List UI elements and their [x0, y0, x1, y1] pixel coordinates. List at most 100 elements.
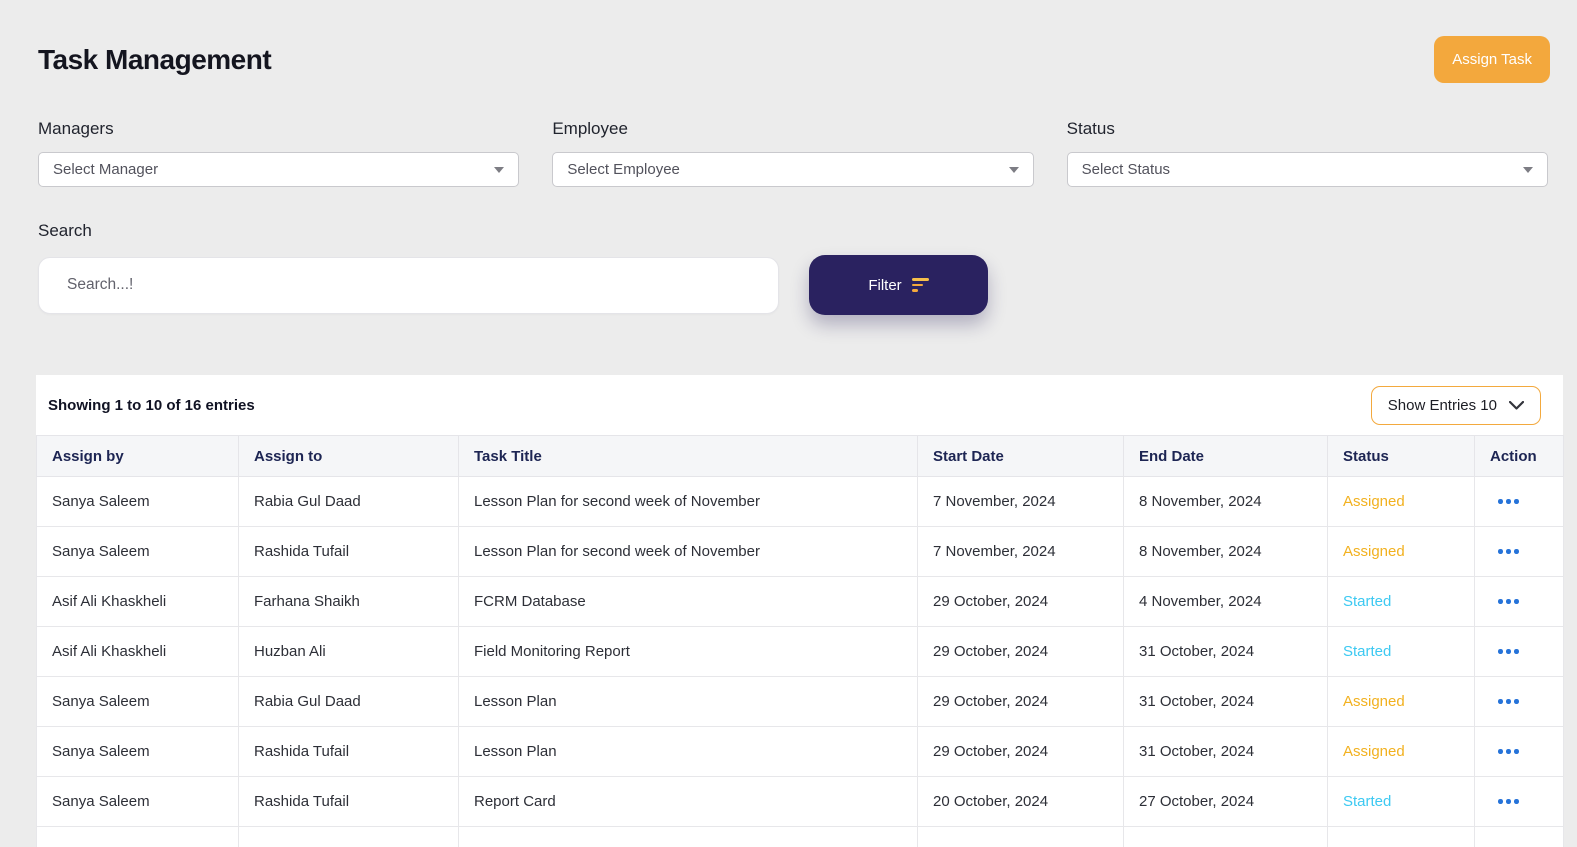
ellipsis-actions-icon[interactable]	[1490, 699, 1522, 704]
column-header-start-date: Start Date	[917, 435, 1124, 477]
cell-start-date: 7 November, 2024	[917, 526, 1124, 577]
table-row: Sanya Saleem Rashida Tufail Report Card 20 …	[36, 776, 1564, 827]
top-bar: Task Management Assign Task	[0, 0, 1577, 83]
status-badge: Assigned	[1327, 476, 1475, 527]
table-row: Asif Ali Khaskheli Huzban Ali Field Monito…	[36, 626, 1564, 677]
assign-task-button[interactable]: Assign Task	[1434, 36, 1550, 83]
cell-task-title: Report Card	[458, 776, 918, 827]
panel-header: Showing 1 to 10 of 16 entries Show Entri…	[36, 375, 1563, 435]
cell-assign-to: Rashida Tufail	[238, 726, 459, 777]
cell-task-title: Lesson Plan	[458, 726, 918, 777]
status-badge: Started	[1327, 576, 1475, 627]
filters-row: Managers Select Manager Employee Select …	[38, 119, 1548, 187]
table-row: Sanya Saleem Rashida Tufail Lesson Plan fo…	[36, 526, 1564, 577]
cell-start-date: 29 October, 2024	[917, 726, 1124, 777]
cell-task-title: Field Monitoring Report	[458, 626, 918, 677]
cell-end-date: 31 October, 2024	[1123, 676, 1328, 727]
employee-select-value: Select Employee	[567, 161, 680, 178]
cell-assign-by: Asif Ali Khaskheli	[36, 576, 239, 627]
ellipsis-actions-icon[interactable]	[1490, 799, 1522, 804]
cell-action	[1474, 726, 1564, 777]
cell-assign-to: Rashida Tufail	[238, 776, 459, 827]
status-badge: Assigned	[1327, 526, 1475, 577]
cell-action	[1474, 676, 1564, 727]
status-badge: Started	[1327, 626, 1475, 677]
cell-assign-to: Farhana Shaikh	[238, 576, 459, 627]
chevron-down-icon	[494, 166, 505, 173]
cell-start-date: 29 October, 2024	[917, 676, 1124, 727]
ellipsis-actions-icon[interactable]	[1490, 499, 1522, 504]
status-select[interactable]: Select Status	[1066, 152, 1548, 187]
ellipsis-actions-icon[interactable]	[1490, 549, 1522, 554]
cell-start-date: 29 October, 2024	[917, 576, 1124, 627]
column-header-assign-to: Assign to	[238, 435, 459, 477]
show-entries-label: Show Entries 10	[1387, 396, 1497, 414]
column-header-action: Action	[1474, 435, 1564, 477]
cell-assign-to: Rashida Tufail	[238, 526, 459, 577]
cell-assign-by: Sanya Saleem	[36, 776, 239, 827]
cell-assign-to: Rabia Gul Daad	[238, 476, 459, 527]
cell-end-date: 8 November, 2024	[1123, 526, 1328, 577]
cell-start-date: 20 October, 2024	[917, 776, 1124, 827]
table-row: Sanya Saleem Rashida Tufail Lesson Plan 29 …	[36, 726, 1564, 777]
cell-assign-by: Sanya Saleem	[36, 526, 239, 577]
tasks-panel: Showing 1 to 10 of 16 entries Show Entri…	[36, 375, 1564, 847]
show-entries-dropdown[interactable]: Show Entries 10	[1370, 385, 1541, 425]
cell-start-date: 7 November, 2024	[917, 476, 1124, 527]
ellipsis-actions-icon[interactable]	[1490, 749, 1522, 754]
filter-button-label: Filter	[868, 276, 902, 294]
cell-end-date: 27 October, 2024	[1123, 776, 1328, 827]
table-row: Sanya Saleem Rabia Gul Daad Lesson Plan fo…	[36, 476, 1564, 527]
tasks-table: Assign by Assign to Task Title Start Date En…	[36, 435, 1564, 847]
cell-assign-by: Sanya Saleem	[36, 476, 239, 527]
cell-task-title: FCRM Database	[458, 576, 918, 627]
employee-label: Employee	[552, 119, 628, 138]
status-filter: Status Select Status	[1066, 119, 1548, 187]
table-row	[36, 826, 1564, 847]
chevron-down-icon	[1008, 166, 1019, 173]
managers-filter: Managers Select Manager	[38, 119, 520, 187]
status-badge: Assigned	[1327, 676, 1475, 727]
cell-assign-by: Sanya Saleem	[36, 676, 239, 727]
ellipsis-actions-icon[interactable]	[1490, 599, 1522, 604]
table-row: Sanya Saleem Rabia Gul Daad Lesson Plan 29 …	[36, 676, 1564, 727]
cell-action	[1474, 476, 1564, 527]
cell-action	[1474, 626, 1564, 677]
status-badge: Started	[1327, 776, 1475, 827]
column-header-status: Status	[1327, 435, 1475, 477]
status-badge: Assigned	[1327, 726, 1475, 777]
column-header-assign-by: Assign by	[36, 435, 239, 477]
column-header-end-date: End Date	[1123, 435, 1328, 477]
employee-select[interactable]: Select Employee	[552, 152, 1034, 187]
page-title: Task Management	[38, 43, 272, 75]
chevron-down-icon	[1522, 166, 1533, 173]
manager-select-value: Select Manager	[53, 161, 159, 178]
ellipsis-actions-icon[interactable]	[1490, 649, 1522, 654]
cell-end-date: 4 November, 2024	[1123, 576, 1328, 627]
status-label: Status	[1066, 119, 1115, 138]
cell-action	[1474, 526, 1564, 577]
filter-lines-icon	[911, 278, 929, 292]
filter-button[interactable]: Filter	[809, 255, 988, 315]
column-header-task-title: Task Title	[458, 435, 918, 477]
cell-action	[1474, 576, 1564, 627]
cell-assign-by: Asif Ali Khaskheli	[36, 626, 239, 677]
table-header-row: Assign by Assign to Task Title Start Date En…	[36, 435, 1564, 477]
chevron-down-icon	[1509, 400, 1524, 410]
search-label: Search	[38, 221, 92, 240]
employee-filter: Employee Select Employee	[552, 119, 1034, 187]
cell-end-date: 8 November, 2024	[1123, 476, 1328, 527]
cell-end-date: 31 October, 2024	[1123, 726, 1328, 777]
search-section: Search Filter	[38, 221, 1577, 315]
entries-summary: Showing 1 to 10 of 16 entries	[48, 396, 255, 414]
search-input[interactable]	[38, 256, 779, 314]
status-select-value: Select Status	[1081, 161, 1171, 178]
managers-label: Managers	[38, 119, 114, 138]
cell-assign-to: Huzban Ali	[238, 626, 459, 677]
manager-select[interactable]: Select Manager	[38, 152, 520, 187]
cell-action	[1474, 776, 1564, 827]
cell-task-title: Lesson Plan	[458, 676, 918, 727]
cell-task-title: Lesson Plan for second week of November	[458, 526, 918, 577]
cell-end-date: 31 October, 2024	[1123, 626, 1328, 677]
cell-task-title: Lesson Plan for second week of November	[458, 476, 918, 527]
